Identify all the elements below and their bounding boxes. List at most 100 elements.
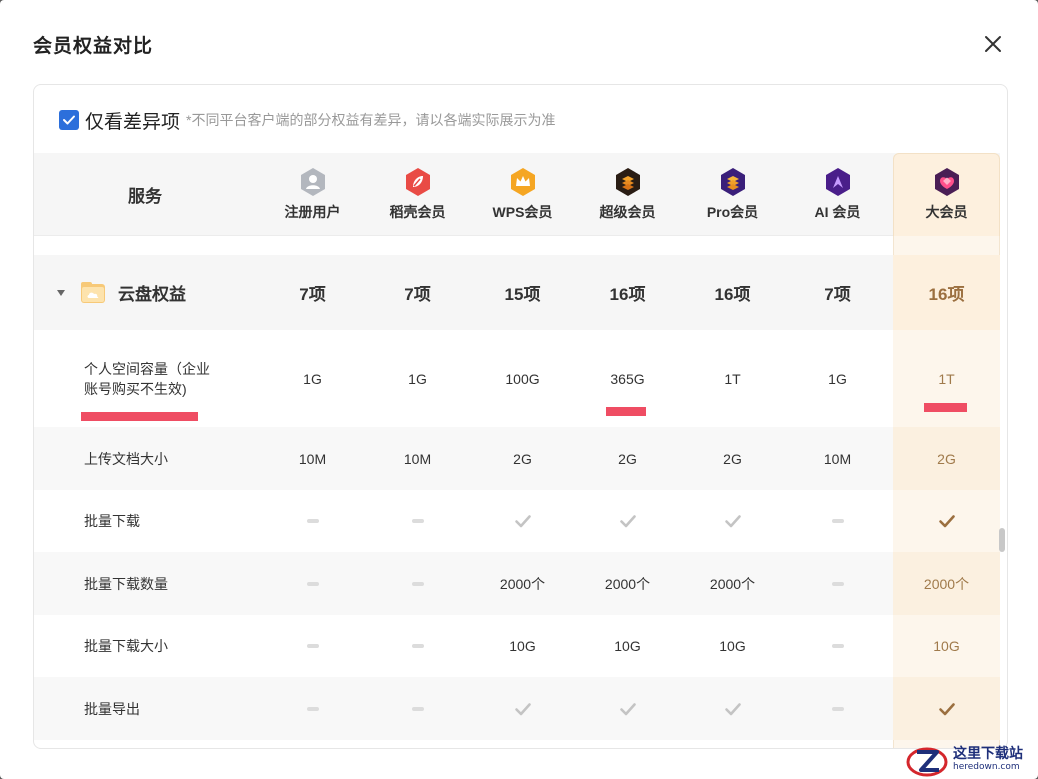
dash-icon <box>411 706 424 711</box>
dash-icon <box>831 519 844 523</box>
tier-registered: 注册用户 <box>260 153 365 236</box>
not-included-dash <box>785 552 890 615</box>
included-check <box>893 490 1000 552</box>
tier-label: 稻壳会员 <box>389 204 446 220</box>
not-included-dash <box>785 615 890 677</box>
dash-icon <box>831 581 844 586</box>
benefit-value: 1T <box>724 370 741 387</box>
dash-icon <box>411 581 424 586</box>
included-check <box>575 490 680 552</box>
row-label: 批量下载 <box>84 513 140 529</box>
highlight-mark <box>924 403 967 412</box>
benefit-value: 2G <box>893 427 1000 490</box>
dash-icon <box>306 581 319 586</box>
highlight-mark <box>81 412 198 421</box>
benefit-value: 1G <box>303 370 322 387</box>
tier-ai: AI 会员 <box>785 153 890 236</box>
included-check <box>680 490 785 552</box>
table-row: 上传文档大小 10M 10M 2G 2G 2G 10M 2G <box>34 427 1000 490</box>
table-row: 批量下载数量 2000个 2000个 2000个 2000个 <box>34 552 1000 615</box>
checkmark-icon <box>724 515 741 528</box>
group-count: 7项 <box>824 285 851 304</box>
benefit-value: 2000个 <box>709 575 756 592</box>
tier-docer: 稻壳会员 <box>365 153 470 236</box>
tier-label: AI 会员 <box>814 204 861 220</box>
checkmark-icon <box>938 702 955 715</box>
platform-note: *不同平台客户端的部分权益有差异，请以各端实际展示为准 <box>186 112 556 128</box>
benefit-value: 10G <box>614 638 641 654</box>
benefit-value: 2000个 <box>604 575 651 592</box>
checkmark-icon <box>619 515 636 528</box>
watermark-en: heredown.com <box>953 762 1020 772</box>
table-row: 批量导出 <box>34 677 1000 740</box>
not-included-dash <box>260 490 365 552</box>
group-count: 16项 <box>714 285 751 304</box>
diff-only-label: 仅看差异项 <box>85 111 181 133</box>
group-count: 16项 <box>609 285 646 304</box>
row-label: 上传文档大小 <box>84 450 168 467</box>
included-check <box>680 677 785 740</box>
crown-icon <box>510 168 535 196</box>
dash-icon <box>306 519 319 523</box>
site-watermark: 这里下载站 heredown.com <box>905 740 1038 779</box>
benefit-value: 10G <box>719 638 746 654</box>
scrollbar-thumb[interactable] <box>999 528 1005 552</box>
close-button[interactable] <box>981 32 1005 56</box>
not-included-dash <box>365 490 470 552</box>
included-check <box>470 490 575 552</box>
tier-label: 大会员 <box>925 204 968 220</box>
caret-down-icon[interactable] <box>56 288 66 298</box>
watermark-cn: 这里下载站 <box>953 746 1023 762</box>
member-compare-dialog: 会员权益对比 仅看差异项 *不同平台客户端的部分权益有差异，请以各端实际展示为准… <box>0 0 1038 779</box>
not-included-dash <box>365 677 470 740</box>
benefits-table: 服务 注册用户 稻壳会员 WPS会员 超级会员 Pro会员 AI 会员 大会员 … <box>34 153 1000 748</box>
ai-icon <box>825 168 850 196</box>
z-logo-icon <box>906 747 948 776</box>
service-header: 服务 <box>128 187 162 206</box>
group-count: 15项 <box>504 285 541 304</box>
diff-filter[interactable]: 仅看差异项 *不同平台客户端的部分权益有差异，请以各端实际展示为准 <box>59 107 555 133</box>
benefit-value: 10G <box>893 615 1000 677</box>
tier-super: 超级会员 <box>575 153 680 236</box>
benefit-value: 2000个 <box>893 552 1000 615</box>
group-title[interactable]: 云盘权益 <box>56 255 186 330</box>
tier-label: WPS会员 <box>492 204 553 220</box>
group-count: 16项 <box>893 255 1000 330</box>
checkmark-icon <box>619 702 636 715</box>
table-row: 批量下载大小 10G 10G 10G 10G <box>34 615 1000 677</box>
not-included-dash <box>785 490 890 552</box>
checkmark-icon <box>938 515 955 528</box>
included-check <box>575 677 680 740</box>
not-included-dash <box>365 552 470 615</box>
benefit-value: 10M <box>823 450 852 467</box>
dash-icon <box>306 706 319 711</box>
tier-vip: 大会员 <box>893 153 1000 236</box>
dash-icon <box>831 644 844 648</box>
leaf-icon <box>405 168 430 196</box>
included-check <box>893 677 1000 740</box>
not-included-dash <box>260 677 365 740</box>
layers-icon <box>615 168 640 196</box>
close-icon <box>985 36 1001 52</box>
group-count: 7项 <box>404 285 431 304</box>
dash-icon <box>411 519 424 523</box>
tier-label: 超级会员 <box>599 204 656 220</box>
benefit-value: 2G <box>513 450 532 467</box>
tier-label: Pro会员 <box>706 204 759 220</box>
checkmark-icon <box>514 702 531 715</box>
cloud-folder-icon <box>81 281 105 303</box>
group-row-cloud[interactable]: 云盘权益 7项 7项 15项 16项 16项 7项 16项 <box>34 255 1000 330</box>
row-label: 批量下载数量 <box>84 575 168 592</box>
row-label: 批量导出 <box>84 700 140 717</box>
dialog-title: 会员权益对比 <box>33 36 154 57</box>
row-label: 批量下载大小 <box>84 638 168 654</box>
checkmark-icon <box>514 515 531 528</box>
tier-wps: WPS会员 <box>470 153 575 236</box>
benefit-value: 10M <box>403 450 432 467</box>
included-check <box>470 677 575 740</box>
dash-icon <box>411 644 424 648</box>
group-title-text: 云盘权益 <box>118 285 186 304</box>
diff-only-checkbox[interactable] <box>59 110 79 130</box>
benefit-value: 100G <box>505 370 540 387</box>
benefit-value: 1G <box>408 370 427 387</box>
